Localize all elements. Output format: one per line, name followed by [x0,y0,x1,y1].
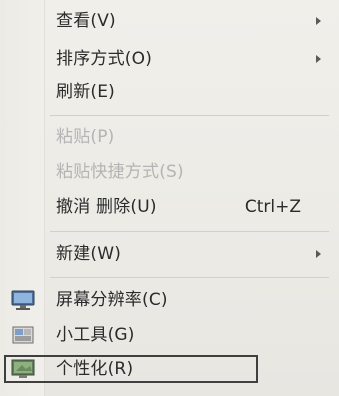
monitor-icon [10,288,36,312]
menu-item-screen-resolution[interactable]: 屏幕分辨率(C) [0,283,339,317]
menu-item-label: 小工具(G) [56,325,135,345]
menu-item-label: 屏幕分辨率(C) [56,290,168,310]
menu-separator [50,231,329,232]
menu-item-sort-by[interactable]: 排序方式(O) [0,42,339,76]
menu-item-undo-delete[interactable]: 撤消 删除(U) Ctrl+Z [0,190,339,224]
menu-item-label: 新建(W) [56,244,122,264]
menu-separator [50,277,329,278]
menu-item-label: 刷新(E) [56,82,116,102]
menu-item-refresh[interactable]: 刷新(E) [0,75,339,109]
menu-item-paste: 粘贴(P) [0,120,339,154]
menu-item-gadgets[interactable]: 小工具(G) [0,318,339,352]
gadgets-icon [10,323,36,347]
menu-item-label: 撤消 删除(U) [56,197,157,217]
submenu-arrow-icon [316,17,321,25]
desktop-context-menu: 查看(V) 排序方式(O) 刷新(E) 粘贴(P) 粘贴快捷方式(S) 撤消 删… [0,0,339,396]
submenu-arrow-icon [316,250,321,258]
menu-item-label: 查看(V) [56,11,116,31]
selection-highlight-box [4,355,258,383]
menu-item-label: 排序方式(O) [56,49,153,69]
submenu-arrow-icon [316,55,321,63]
menu-item-view[interactable]: 查看(V) [0,4,339,38]
menu-item-shortcut: Ctrl+Z [244,197,301,217]
menu-item-paste-shortcut: 粘贴快捷方式(S) [0,155,339,189]
menu-separator [50,115,329,116]
menu-item-label: 粘贴(P) [56,127,115,147]
menu-item-label: 粘贴快捷方式(S) [56,162,184,182]
menu-item-new[interactable]: 新建(W) [0,237,339,271]
